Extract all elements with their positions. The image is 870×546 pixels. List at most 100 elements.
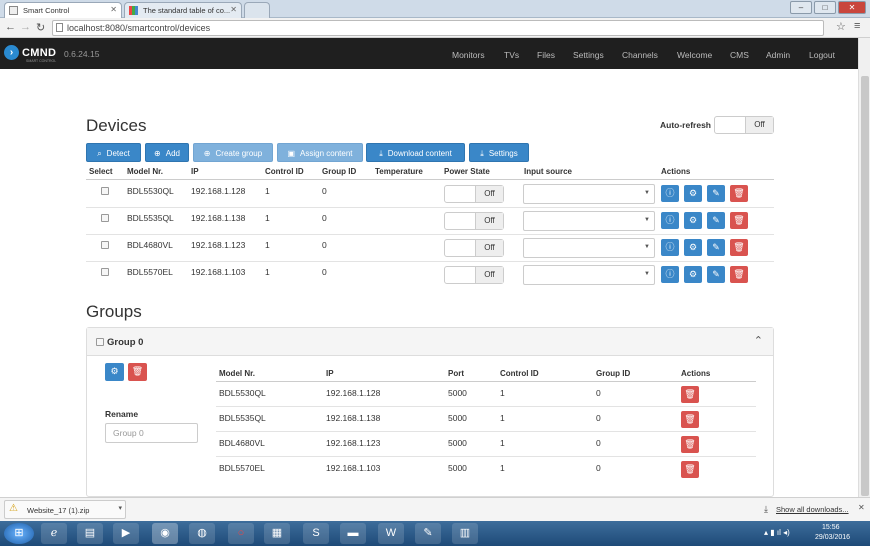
edit-button[interactable]: ✎ <box>707 239 725 256</box>
group-id-cell: 0 <box>322 186 327 196</box>
nav-logout[interactable]: Logout <box>809 50 835 60</box>
download-item[interactable]: ⚠ Website_17 (1).zip ▾ <box>4 500 126 519</box>
info-button[interactable]: ⓘ <box>661 239 679 256</box>
power-toggle[interactable]: Off <box>444 185 504 203</box>
download-content-button[interactable]: ⤓ Download content <box>366 143 465 162</box>
nav-cms[interactable]: CMS <box>730 50 749 60</box>
group-select-checkbox[interactable] <box>96 338 104 346</box>
chevron-down-icon: ▼ <box>644 217 650 223</box>
chevron-up-icon[interactable]: ⌃ <box>754 334 763 347</box>
close-icon[interactable]: ✕ <box>858 503 865 512</box>
back-icon[interactable]: ← <box>5 21 16 33</box>
row-select-checkbox[interactable] <box>101 241 109 249</box>
settings-row-button[interactable]: ⚙ <box>684 266 702 283</box>
tab-smart-control[interactable]: Smart Control ✕ <box>4 2 122 18</box>
group-panel-header[interactable]: Group 0 ⌃ <box>87 328 773 356</box>
info-button[interactable]: ⓘ <box>661 266 679 283</box>
network-app-icon[interactable]: ▥ <box>452 523 478 544</box>
apps-grid-icon[interactable]: ▦ <box>264 523 290 544</box>
group-settings-button[interactable]: ⚙ <box>105 363 124 381</box>
forward-icon[interactable]: → <box>20 21 31 33</box>
opera-icon[interactable]: ○ <box>228 523 254 544</box>
info-button[interactable]: ⓘ <box>661 185 679 202</box>
close-window-button[interactable]: ✕ <box>838 1 866 14</box>
page-scrollbar[interactable] <box>858 38 870 498</box>
detect-button[interactable]: ⌕ Detect <box>86 143 141 162</box>
add-button[interactable]: ⊕ Add <box>145 143 189 162</box>
settings-row-button[interactable]: ⚙ <box>684 239 702 256</box>
delete-button[interactable]: 🗑 <box>730 212 748 229</box>
control-id-cell: 1 <box>500 388 505 398</box>
edit-button[interactable]: ✎ <box>707 266 725 283</box>
word-icon[interactable]: W <box>378 523 404 544</box>
settings-row-button[interactable]: ⚙ <box>684 212 702 229</box>
input-source-select[interactable]: ▼ <box>523 211 655 231</box>
browser-tab-bar: Smart Control ✕ The standard table of co… <box>0 0 870 18</box>
remove-from-group-button[interactable]: 🗑 <box>681 436 699 453</box>
power-toggle[interactable]: Off <box>444 212 504 230</box>
port-cell: 5000 <box>448 413 467 423</box>
row-select-checkbox[interactable] <box>101 214 109 222</box>
reload-icon[interactable]: ↻ <box>36 21 45 34</box>
nav-settings[interactable]: Settings <box>573 50 604 60</box>
row-select-checkbox[interactable] <box>101 268 109 276</box>
menu-icon[interactable]: ≡ <box>854 20 860 32</box>
firefox-icon[interactable]: ◍ <box>189 523 215 544</box>
bookmark-star-icon[interactable]: ☆ <box>836 20 846 33</box>
nav-files[interactable]: Files <box>537 50 555 60</box>
delete-button[interactable]: 🗑 <box>730 239 748 256</box>
start-button[interactable]: ⊞ <box>4 523 34 544</box>
power-toggle[interactable]: Off <box>444 239 504 257</box>
close-icon[interactable]: ✕ <box>230 5 237 14</box>
column-header: Group ID <box>596 369 631 378</box>
delete-button[interactable]: 🗑 <box>730 185 748 202</box>
remove-from-group-button[interactable]: 🗑 <box>681 386 699 403</box>
delete-button[interactable]: 🗑 <box>730 266 748 283</box>
settings-row-button[interactable]: ⚙ <box>684 185 702 202</box>
remove-from-group-button[interactable]: 🗑 <box>681 461 699 478</box>
input-source-select[interactable]: ▼ <box>523 238 655 258</box>
url-field[interactable]: localhost:8080/smartcontrol/devices <box>52 20 824 36</box>
rename-input[interactable]: Group 0 <box>105 423 198 443</box>
close-icon[interactable]: ✕ <box>110 5 117 14</box>
tab-standard-table[interactable]: The standard table of co... ✕ <box>124 2 242 18</box>
chevron-down-icon[interactable]: ▾ <box>118 504 122 512</box>
settings-button[interactable]: ⤓ Settings <box>469 143 529 162</box>
nav-tvs[interactable]: TVs <box>504 50 519 60</box>
scrollbar-thumb[interactable] <box>861 76 869 496</box>
app-icon[interactable]: ✎ <box>415 523 441 544</box>
autorefresh-toggle[interactable]: Off <box>714 116 774 134</box>
nav-channels[interactable]: Channels <box>622 50 658 60</box>
remove-from-group-button[interactable]: 🗑 <box>681 411 699 428</box>
download-icon: ⤓ <box>764 504 768 514</box>
terminal-icon[interactable]: ▬ <box>340 523 366 544</box>
maximize-button[interactable]: □ <box>814 1 836 14</box>
nav-admin[interactable]: Admin <box>766 50 790 60</box>
input-source-select[interactable]: ▼ <box>523 265 655 285</box>
nav-monitors[interactable]: Monitors <box>452 50 485 60</box>
power-toggle[interactable]: Off <box>444 266 504 284</box>
edit-button[interactable]: ✎ <box>707 212 725 229</box>
trash-icon: 🗑 <box>684 389 696 399</box>
info-button[interactable]: ⓘ <box>661 212 679 229</box>
minimize-button[interactable]: – <box>790 1 812 14</box>
model-cell: BDL4680VL <box>219 438 265 448</box>
show-all-downloads-link[interactable]: Show all downloads... <box>776 505 849 514</box>
media-player-icon[interactable]: ▶ <box>113 523 139 544</box>
input-source-select[interactable]: ▼ <box>523 184 655 204</box>
skype-icon[interactable]: S <box>303 523 329 544</box>
brand-name[interactable]: CMND <box>22 47 56 59</box>
group-id-cell: 0 <box>322 267 327 277</box>
nav-welcome[interactable]: Welcome <box>677 50 712 60</box>
group-delete-button[interactable]: 🗑 <box>128 363 147 381</box>
chrome-icon[interactable]: ◉ <box>152 523 178 544</box>
edit-button[interactable]: ✎ <box>707 185 725 202</box>
new-tab-button[interactable] <box>244 2 270 18</box>
internet-explorer-icon[interactable]: ℯ <box>41 523 67 544</box>
autorefresh-label: Auto-refresh <box>660 120 712 130</box>
row-select-checkbox[interactable] <box>101 187 109 195</box>
tray-icons[interactable]: ▴ ▮ ıl ◂) <box>764 528 790 537</box>
create-group-button[interactable]: ⊕ Create group <box>193 143 273 162</box>
assign-content-button[interactable]: ▣ Assign content <box>277 143 363 162</box>
file-explorer-icon[interactable]: ▤ <box>77 523 103 544</box>
